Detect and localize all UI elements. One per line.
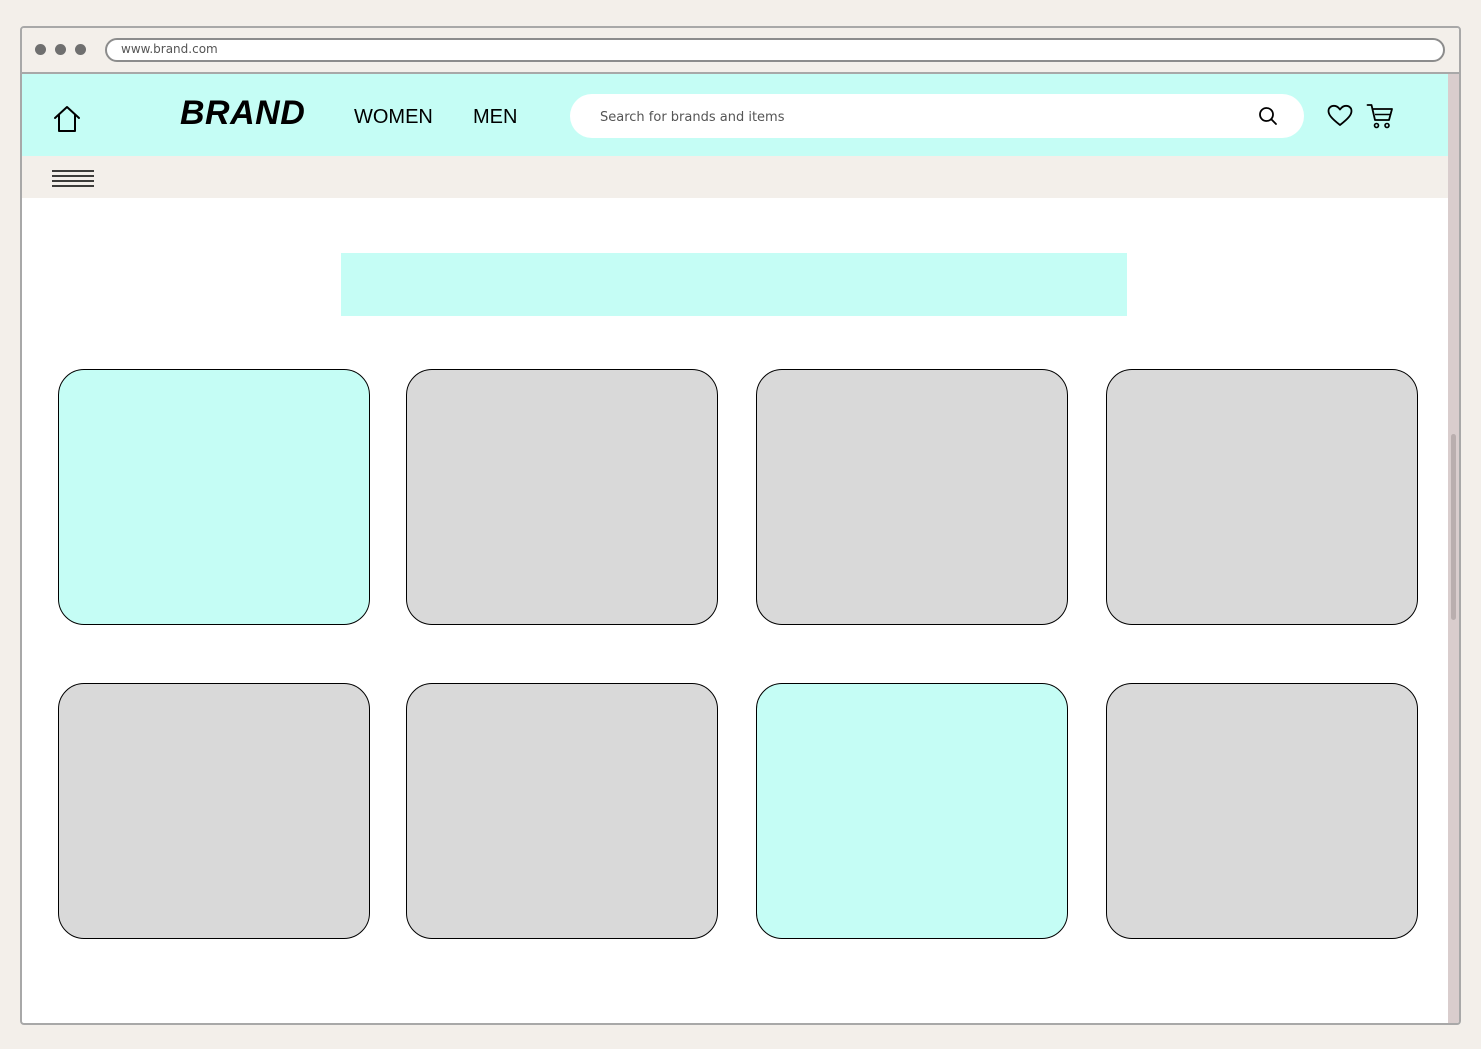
menu-icon[interactable] bbox=[52, 170, 94, 188]
product-card[interactable] bbox=[756, 683, 1068, 939]
site-header: BRAND WOMEN MEN bbox=[22, 74, 1448, 156]
product-card[interactable] bbox=[406, 369, 718, 625]
scrollbar[interactable] bbox=[1448, 74, 1459, 1023]
window-control-dot[interactable] bbox=[35, 44, 46, 55]
home-icon[interactable] bbox=[52, 104, 82, 134]
nav-men[interactable]: MEN bbox=[473, 106, 517, 129]
hero-banner[interactable] bbox=[341, 253, 1127, 316]
browser-toolbar: www.brand.com bbox=[22, 28, 1459, 74]
heart-icon[interactable] bbox=[1327, 104, 1353, 128]
cart-icon[interactable] bbox=[1366, 102, 1394, 130]
window-control-dot[interactable] bbox=[75, 44, 86, 55]
search-input[interactable] bbox=[600, 106, 1240, 128]
category-bar bbox=[22, 156, 1448, 198]
product-card[interactable] bbox=[58, 369, 370, 625]
product-card[interactable] bbox=[1106, 683, 1418, 939]
browser-window: www.brand.com BRAND WOMEN MEN bbox=[20, 26, 1461, 1025]
address-text: www.brand.com bbox=[121, 42, 218, 56]
search-icon[interactable] bbox=[1258, 106, 1278, 126]
product-card[interactable] bbox=[58, 683, 370, 939]
brand-logo[interactable]: BRAND bbox=[180, 94, 305, 133]
search-bar bbox=[570, 94, 1304, 138]
nav-women[interactable]: WOMEN bbox=[354, 106, 433, 129]
product-card[interactable] bbox=[406, 683, 718, 939]
address-bar[interactable]: www.brand.com bbox=[105, 38, 1445, 62]
scrollbar-thumb[interactable] bbox=[1451, 434, 1456, 620]
product-card[interactable] bbox=[756, 369, 1068, 625]
product-card[interactable] bbox=[1106, 369, 1418, 625]
window-control-dot[interactable] bbox=[55, 44, 66, 55]
